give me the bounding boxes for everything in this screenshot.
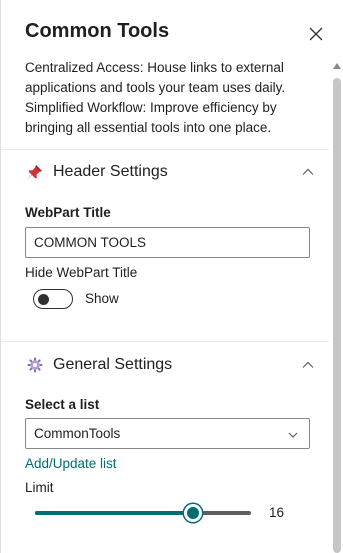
- close-button[interactable]: [306, 24, 326, 44]
- close-icon: [309, 27, 323, 41]
- panel-description: Centralized Access: House links to exter…: [25, 60, 286, 135]
- chevron-up-icon: [302, 361, 314, 368]
- scrollbar[interactable]: [332, 60, 342, 553]
- divider: [1, 341, 329, 342]
- limit-slider[interactable]: [35, 503, 251, 523]
- select-list-value: CommonTools: [34, 426, 121, 441]
- webpart-title-label: WebPart Title: [25, 205, 111, 220]
- toggle-knob: [38, 294, 49, 305]
- webpart-title-input[interactable]: COMMON TOOLS: [25, 227, 310, 258]
- chevron-up-icon: [302, 168, 314, 175]
- general-settings-title: General Settings: [53, 356, 173, 373]
- chevron-down-icon: [288, 432, 298, 438]
- divider: [1, 149, 329, 150]
- scrollbar-thumb[interactable]: [333, 78, 341, 553]
- select-list-label: Select a list: [25, 397, 100, 412]
- slider-fill: [35, 511, 193, 515]
- header-settings-section-toggle[interactable]: Header Settings: [25, 157, 315, 187]
- toggle-state-text: Show: [85, 291, 119, 306]
- pushpin-icon: [25, 162, 45, 182]
- gear-icon: [25, 355, 45, 375]
- property-pane: Common Tools Centralized Access: House l…: [0, 0, 343, 553]
- select-list-dropdown[interactable]: CommonTools: [25, 418, 310, 449]
- limit-label: Limit: [25, 480, 54, 495]
- hide-title-label: Hide WebPart Title: [25, 265, 138, 280]
- header-settings-title: Header Settings: [53, 163, 168, 180]
- add-update-list-link[interactable]: Add/Update list: [25, 456, 117, 471]
- hide-title-toggle[interactable]: [33, 289, 73, 309]
- slider-thumb[interactable]: [184, 504, 202, 522]
- scroll-up-arrow-icon[interactable]: [333, 63, 341, 69]
- limit-value: 16: [269, 505, 285, 520]
- general-settings-section-toggle[interactable]: General Settings: [25, 350, 315, 380]
- panel-title: Common Tools: [25, 20, 170, 42]
